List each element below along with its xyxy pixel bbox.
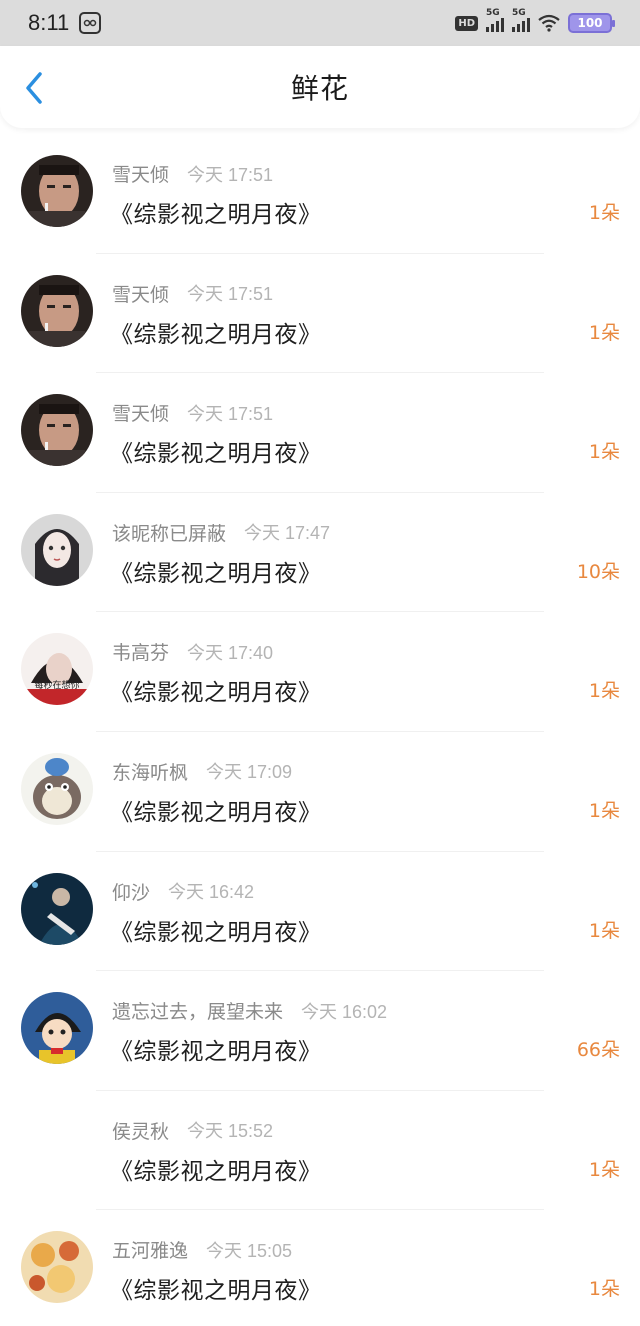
- list-item[interactable]: 东海听枫 今天 17:09 《综影视之明月夜》 1朵: [0, 732, 640, 852]
- list-item[interactable]: 遗忘过去，展望未来 今天 16:02 《综影视之明月夜》 66朵: [0, 971, 640, 1091]
- chevron-left-icon: [26, 72, 42, 104]
- wifi-icon: [538, 14, 560, 32]
- book-title[interactable]: 《综影视之明月夜》: [110, 1271, 322, 1305]
- timestamp: 今天 17:47: [244, 523, 331, 544]
- flower-count: 10朵: [576, 560, 620, 583]
- hd-badge: HD: [455, 15, 478, 31]
- avatar[interactable]: [21, 752, 93, 825]
- page-title: 鲜花: [290, 72, 349, 105]
- svg-text:每秒在想你: 每秒在想你: [34, 679, 79, 691]
- item-meta: 该昵称已屏蔽 今天 17:47: [112, 519, 330, 546]
- list-item[interactable]: 侯灵秋 今天 15:52 《综影视之明月夜》 1朵: [0, 1091, 640, 1211]
- book-title[interactable]: 《综影视之明月夜》: [110, 315, 322, 349]
- book-title[interactable]: 《综影视之明月夜》: [110, 554, 322, 588]
- cell-signal-icon-1: 5G: [486, 8, 504, 32]
- book-title[interactable]: 《综影视之明月夜》: [110, 1152, 322, 1186]
- flower-count: 1朵: [588, 680, 620, 703]
- user-name[interactable]: 五河雅逸: [112, 1236, 188, 1263]
- flower-count: 1朵: [588, 1158, 620, 1181]
- item-meta: 东海听枫 今天 17:09: [112, 758, 292, 785]
- user-name[interactable]: 遗忘过去，展望未来: [112, 997, 283, 1024]
- timestamp: 今天 17:40: [187, 642, 274, 663]
- list-item[interactable]: 五河雅逸 今天 15:05 《综影视之明月夜》 1朵: [0, 1210, 640, 1326]
- timestamp: 今天 15:52: [187, 1121, 274, 1142]
- book-title[interactable]: 《综影视之明月夜》: [110, 913, 322, 947]
- status-right: HD 5G 5G 100: [455, 8, 615, 33]
- cell-signal-icon-2: 5G: [512, 8, 530, 32]
- list-item[interactable]: 仰沙 今天 16:42 《综影视之明月夜》 1朵: [0, 852, 640, 972]
- timestamp: 今天 17:51: [187, 403, 274, 424]
- flower-count: 66朵: [576, 1039, 620, 1062]
- flower-count: 1朵: [588, 1278, 620, 1301]
- item-meta: 五河雅逸 今天 15:05: [112, 1236, 292, 1263]
- nav-bar: 鲜花: [0, 46, 640, 128]
- user-name[interactable]: 韦高芬: [112, 638, 169, 665]
- notification-app-icon: [79, 12, 102, 34]
- avatar[interactable]: [21, 513, 93, 586]
- user-name[interactable]: 雪天倾: [112, 399, 169, 426]
- book-title[interactable]: 《综影视之明月夜》: [110, 673, 322, 707]
- book-title[interactable]: 《综影视之明月夜》: [110, 793, 322, 827]
- book-title[interactable]: 《综影视之明月夜》: [110, 195, 322, 229]
- item-meta: 韦高芬 今天 17:40: [112, 638, 273, 665]
- user-name[interactable]: 该昵称已屏蔽: [112, 519, 226, 546]
- avatar[interactable]: [21, 1231, 93, 1304]
- avatar[interactable]: [21, 872, 93, 945]
- user-name[interactable]: 雪天倾: [112, 160, 169, 187]
- timestamp: 今天 17:51: [187, 164, 274, 185]
- timestamp: 今天 15:05: [206, 1240, 293, 1261]
- list-item[interactable]: 雪天倾 今天 17:51 《综影视之明月夜》 1朵: [0, 373, 640, 493]
- list-item[interactable]: 雪天倾 今天 17:51 《综影视之明月夜》 1朵: [0, 134, 640, 254]
- avatar[interactable]: [21, 155, 93, 227]
- flower-count: 1朵: [588, 202, 620, 224]
- item-meta: 雪天倾 今天 17:51: [112, 160, 273, 187]
- status-left: 8:11: [28, 10, 102, 36]
- list-item[interactable]: 该昵称已屏蔽 今天 17:47 《综影视之明月夜》 10朵: [0, 493, 640, 613]
- user-name[interactable]: 雪天倾: [112, 280, 169, 307]
- timestamp: 今天 16:42: [168, 882, 255, 903]
- battery-icon: 100: [568, 13, 615, 33]
- item-meta: 雪天倾 今天 17:51: [112, 280, 273, 307]
- item-meta: 仰沙 今天 16:42: [112, 878, 254, 905]
- item-meta: 侯灵秋 今天 15:52: [112, 1117, 273, 1144]
- back-button[interactable]: [20, 70, 52, 106]
- avatar[interactable]: [21, 1111, 93, 1184]
- flower-count: 1朵: [588, 441, 620, 464]
- avatar[interactable]: 每秒在想你: [21, 633, 93, 706]
- flower-count: 1朵: [588, 799, 620, 822]
- list-item[interactable]: 每秒在想你 韦高芬 今天 17:40 《综影视之明月夜》 1朵: [0, 612, 640, 732]
- list-item[interactable]: 雪天倾 今天 17:51 《综影视之明月夜》 1朵: [0, 254, 640, 374]
- book-title[interactable]: 《综影视之明月夜》: [110, 1032, 322, 1066]
- timestamp: 今天 16:02: [301, 1001, 388, 1022]
- flower-count: 1朵: [588, 919, 620, 942]
- timestamp: 今天 17:51: [187, 284, 274, 305]
- user-name[interactable]: 东海听枫: [112, 758, 188, 785]
- flower-list: 雪天倾 今天 17:51 《综影视之明月夜》 1朵 雪天倾 今天 17:51 《…: [0, 134, 640, 1326]
- item-meta: 雪天倾 今天 17:51: [112, 399, 273, 426]
- avatar[interactable]: [21, 992, 93, 1065]
- status-time: 8:11: [28, 10, 70, 35]
- status-bar: 8:11 HD 5G 5G 100: [0, 0, 640, 46]
- avatar[interactable]: [21, 274, 93, 347]
- user-name[interactable]: 侯灵秋: [112, 1117, 169, 1144]
- item-meta: 遗忘过去，展望未来 今天 16:02: [112, 997, 387, 1024]
- book-title[interactable]: 《综影视之明月夜》: [110, 434, 322, 468]
- avatar[interactable]: [21, 394, 93, 467]
- user-name[interactable]: 仰沙: [112, 878, 150, 905]
- flower-count: 1朵: [588, 321, 620, 344]
- timestamp: 今天 17:09: [206, 762, 293, 783]
